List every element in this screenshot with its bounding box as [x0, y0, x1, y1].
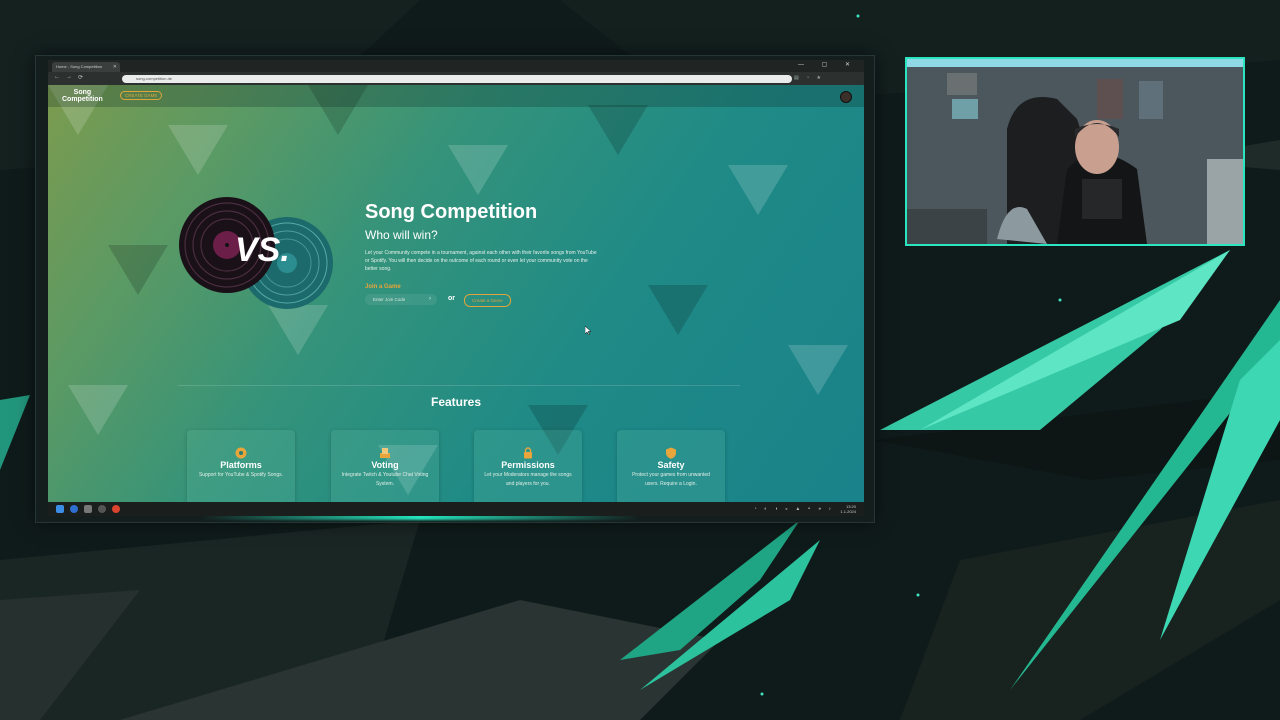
browser-app-icon[interactable]	[70, 505, 78, 513]
browser-tab-title: Home - Song Competition	[56, 64, 103, 69]
browser-tab[interactable]: Home - Song Competition ✕	[52, 62, 120, 72]
or-separator: or	[448, 295, 455, 302]
create-game-button[interactable]: Create a Game	[464, 294, 511, 307]
settings-gear-icon[interactable]	[98, 505, 106, 513]
feature-description: Support for YouTube & Spotify Songs.	[198, 472, 284, 478]
feature-title: Voting	[371, 460, 399, 470]
join-submit-arrow-icon[interactable]: ›	[429, 296, 431, 302]
vs-text: VS.	[235, 231, 290, 269]
vinyl-icon	[235, 447, 247, 459]
lock-icon	[524, 447, 532, 459]
logo-line-1: Song	[73, 89, 92, 96]
logo-line-2: Competition	[62, 96, 103, 103]
tab-close-icon[interactable]: ✕	[113, 62, 117, 72]
window-controls[interactable]: — ▢ ✕	[798, 61, 858, 68]
header-create-game-button[interactable]: CREATE GAME	[120, 91, 163, 100]
hero-subtitle: Who will win?	[365, 228, 438, 242]
feature-title: Platforms	[220, 460, 262, 470]
feature-card-safety: Safety Protect your games from unwanted …	[617, 430, 725, 502]
url-field[interactable]: song-competition.de	[122, 75, 792, 83]
web-page: Song Competition CREATE GAME VS. Song Co…	[48, 85, 864, 502]
feature-description: Integrate Twitch & Youtube Chat Voting S…	[341, 472, 429, 487]
feature-card-platforms: Platforms Support for YouTube & Spotify …	[187, 430, 295, 502]
app-icon[interactable]	[112, 505, 120, 513]
vinyl-vs-artwork: VS.	[179, 197, 333, 309]
mouse-cursor-icon	[585, 326, 591, 335]
app-icon[interactable]	[84, 505, 92, 513]
profile-avatar[interactable]	[840, 91, 852, 103]
feature-title: Permissions	[501, 460, 555, 470]
site-logo[interactable]: Song Competition	[62, 89, 103, 103]
system-tray-icons[interactable]: ◔ ◐ ◑ ◒ ▲ ◓ ◕ ♪	[754, 506, 834, 512]
clock[interactable]: 13:20 1.1.2024	[840, 504, 856, 514]
triangle-pattern	[48, 85, 848, 495]
webcam-feed-image	[907, 59, 1243, 244]
feature-description: Let your Moderators manage the songs and…	[484, 472, 572, 487]
feature-title: Safety	[657, 460, 685, 470]
feature-card-voting: Voting Integrate Twitch & Youtube Chat V…	[331, 430, 439, 502]
browser-window: Home - Song Competition ✕ — ▢ ✕ ← → ⟳ so…	[48, 60, 864, 502]
extension-icons[interactable]: ▤ ◔ ★	[794, 75, 824, 81]
os-taskbar: ◔ ◐ ◑ ◒ ▲ ◓ ◕ ♪ 13:20 1.1.2024	[48, 502, 864, 516]
join-game-label: Join a Game	[365, 284, 401, 290]
feature-card-permissions: Permissions Let your Moderators manage t…	[474, 430, 582, 502]
join-code-input[interactable]: Enter Join Code	[365, 294, 437, 305]
section-divider	[178, 385, 740, 386]
hero-title: Song Competition	[365, 201, 538, 223]
ballot-icon	[380, 448, 390, 458]
address-bar-row: ← → ⟳ song-competition.de ▤ ◔ ★	[48, 72, 864, 85]
features-heading: Features	[430, 395, 482, 409]
site-header: Song Competition CREATE GAME	[48, 85, 864, 107]
hero-description: Let your Community compete in a tourname…	[365, 250, 597, 272]
feature-description: Protect your games from unwanted users. …	[632, 472, 710, 487]
shield-icon	[666, 447, 676, 459]
webcam-overlay	[905, 57, 1245, 246]
browser-tab-bar: Home - Song Competition ✕ — ▢ ✕	[48, 60, 864, 72]
start-menu-icon[interactable]	[56, 505, 64, 513]
back-arrow-icon[interactable]: ←	[54, 74, 60, 80]
clock-date: 1.1.2024	[840, 509, 856, 514]
reload-icon[interactable]: ⟳	[78, 74, 83, 81]
forward-arrow-icon[interactable]: →	[66, 74, 72, 80]
